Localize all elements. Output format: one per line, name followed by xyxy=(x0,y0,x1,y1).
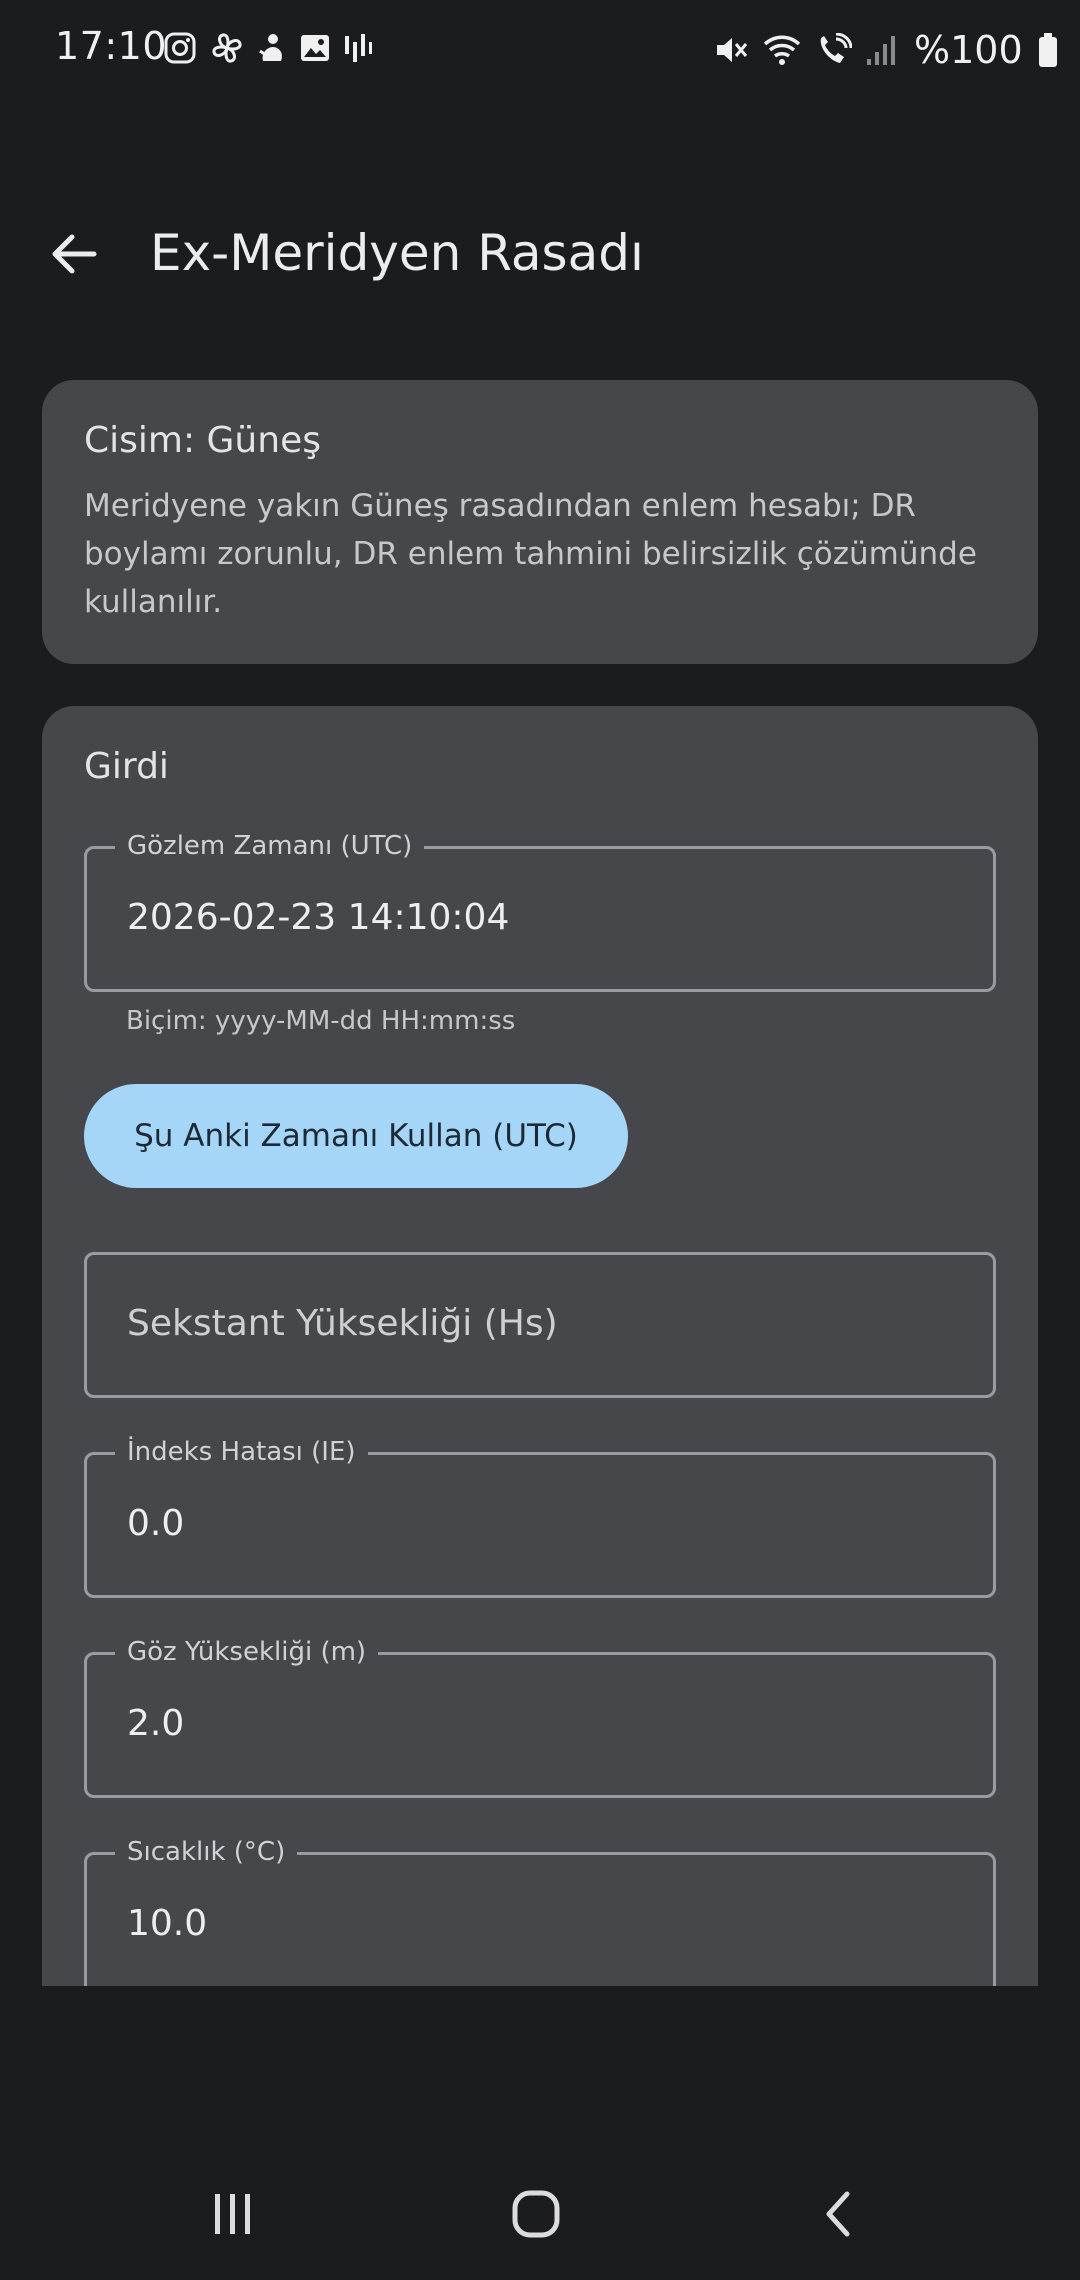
temperature-label: Sıcaklık (°C) xyxy=(115,1837,298,1867)
status-left-icons xyxy=(163,30,373,66)
audio-bars-icon xyxy=(343,32,373,64)
back-icon xyxy=(821,2190,855,2242)
battery-percentage: %100 xyxy=(914,28,1023,72)
eye-height-label: Göz Yüksekliği (m) xyxy=(115,1637,379,1667)
info-card-description: Meridyene yakın Güneş rasadından enlem h… xyxy=(84,488,977,620)
gallery-icon xyxy=(299,33,331,63)
battery-icon xyxy=(1037,32,1059,68)
wifi-call-icon xyxy=(816,33,852,67)
eye-height-field[interactable]: Göz Yüksekliği (m) 2.0 xyxy=(84,1637,996,1798)
index-error-value: 0.0 xyxy=(127,1503,185,1544)
recent-apps-icon xyxy=(211,2192,255,2240)
system-nav-bar xyxy=(0,2120,1080,2280)
signal-icon xyxy=(866,33,896,67)
home-icon xyxy=(511,2189,561,2243)
pinwheel-icon xyxy=(209,30,245,66)
recent-apps-button[interactable] xyxy=(193,2186,273,2246)
temperature-field[interactable]: Sıcaklık (°C) 10.0 xyxy=(84,1837,996,1986)
use-current-time-label: Şu Anki Zamanı Kullan (UTC) xyxy=(134,1118,578,1154)
back-button[interactable] xyxy=(42,224,106,288)
wifi-icon xyxy=(762,33,802,67)
system-back-button[interactable] xyxy=(798,2186,878,2246)
home-button[interactable] xyxy=(496,2186,576,2246)
input-card: Girdi Gözlem Zamanı (UTC) 2026-02-23 14:… xyxy=(42,706,1038,1986)
sextant-height-placeholder: Sekstant Yüksekliği (Hs) xyxy=(127,1303,558,1344)
observation-time-helper: Biçim: yyyy-MM-dd HH:mm:ss xyxy=(126,1006,516,1036)
notification-app-icon xyxy=(257,31,287,65)
observation-time-field[interactable]: Gözlem Zamanı (UTC) 2026-02-23 14:10:04 xyxy=(84,831,996,992)
sextant-height-field[interactable]: Sekstant Yüksekliği (Hs) xyxy=(84,1252,996,1398)
app-bar: Ex-Meridyen Rasadı xyxy=(0,200,1080,310)
info-card: Cisim: Güneş Meridyene yakın Güneş rasad… xyxy=(42,380,1038,664)
status-bar: 17:10 %100 xyxy=(0,0,1080,100)
index-error-field[interactable]: İndeks Hatası (IE) 0.0 xyxy=(84,1437,996,1598)
status-right-icons: %100 xyxy=(714,28,1059,72)
instagram-icon xyxy=(163,31,197,65)
temperature-value: 10.0 xyxy=(127,1903,208,1944)
arrow-back-icon xyxy=(50,232,98,280)
observation-time-value: 2026-02-23 14:10:04 xyxy=(127,897,510,938)
index-error-label: İndeks Hatası (IE) xyxy=(115,1437,368,1467)
info-card-title: Cisim: Güneş xyxy=(84,420,321,461)
mute-icon xyxy=(714,33,748,67)
eye-height-value: 2.0 xyxy=(127,1703,185,1744)
status-time: 17:10 xyxy=(55,24,168,68)
page-title: Ex-Meridyen Rasadı xyxy=(150,224,644,282)
observation-time-label: Gözlem Zamanı (UTC) xyxy=(115,831,425,861)
use-current-time-button[interactable]: Şu Anki Zamanı Kullan (UTC) xyxy=(84,1084,628,1188)
input-section-title: Girdi xyxy=(84,746,169,787)
